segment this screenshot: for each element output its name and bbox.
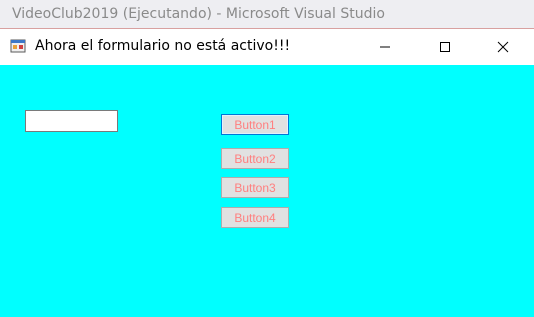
minimize-icon <box>379 38 391 57</box>
button-1[interactable]: Button1 <box>221 114 289 135</box>
form-title: Ahora el formulario no está activo!!! <box>35 38 291 54</box>
button-2[interactable]: Button2 <box>221 148 289 169</box>
form-window: Ahora el formulario no está activo!!! Bu… <box>0 29 534 317</box>
minimize-button[interactable] <box>362 29 408 65</box>
close-icon <box>497 38 509 57</box>
form-client-area: Button1 Button2 Button3 Button4 <box>0 65 534 317</box>
maximize-icon <box>439 38 451 57</box>
maximize-button[interactable] <box>422 29 468 65</box>
windows-forms-app-icon <box>10 37 28 55</box>
visual-studio-title-bar: VideoClub2019 (Ejecutando) - Microsoft V… <box>0 0 534 29</box>
button-3[interactable]: Button3 <box>221 177 289 198</box>
vs-window-title: VideoClub2019 (Ejecutando) - Microsoft V… <box>12 6 385 22</box>
text-box[interactable] <box>25 110 118 132</box>
button-4[interactable]: Button4 <box>221 207 289 228</box>
close-button[interactable] <box>480 29 526 65</box>
form-title-bar[interactable]: Ahora el formulario no está activo!!! <box>0 29 534 65</box>
